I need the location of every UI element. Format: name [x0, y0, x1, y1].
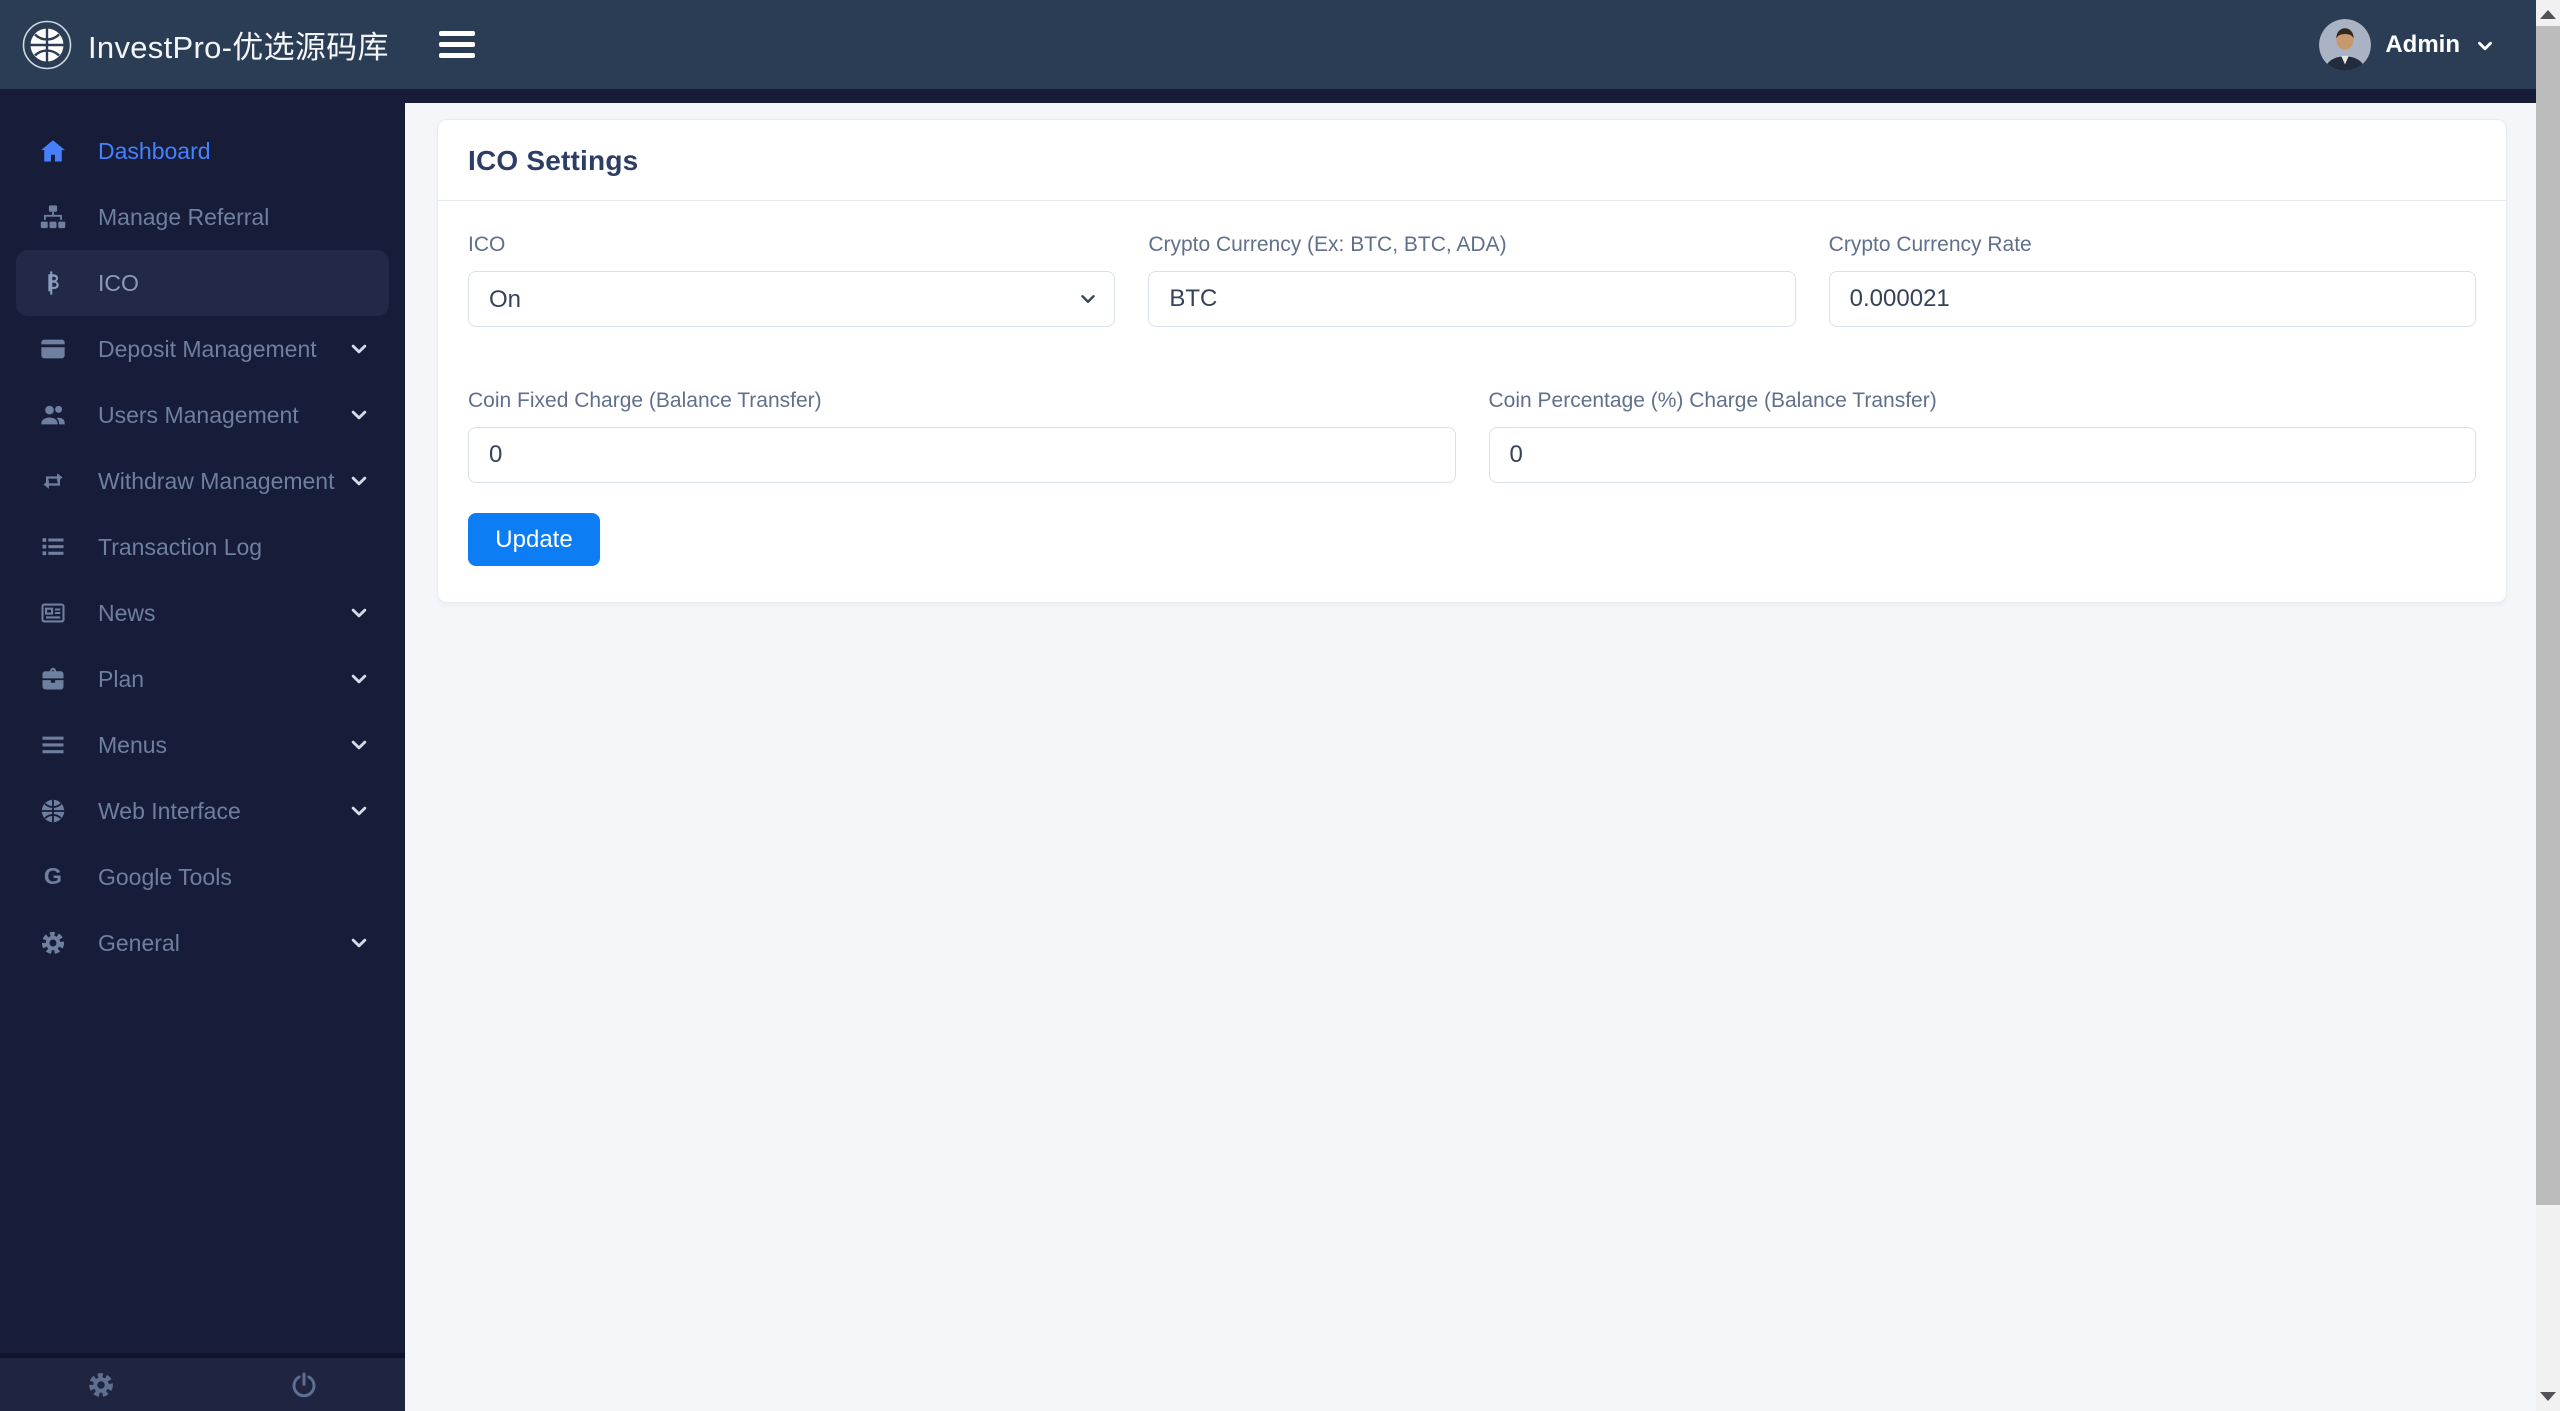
power-icon[interactable] — [289, 1370, 319, 1400]
chevron-down-icon — [351, 806, 367, 816]
globe-icon — [38, 796, 68, 826]
sidebar-item-label: Plan — [98, 665, 145, 692]
bars-icon — [38, 730, 68, 760]
chevron-down-icon — [351, 344, 367, 354]
exchange-arrows-icon — [38, 466, 68, 496]
sidebar-item-label: General — [98, 929, 180, 956]
sidebar: Dashboard Manage Referral ICO Deposit Ma… — [0, 103, 405, 1411]
sidebar-item-label: Web Interface — [98, 797, 241, 824]
sidebar-item-label: Withdraw Management — [98, 467, 335, 494]
sidebar-item-deposit-management[interactable]: Deposit Management — [16, 316, 389, 382]
coin-fixed-charge-label: Coin Fixed Charge (Balance Transfer) — [468, 389, 822, 412]
sidebar-item-news[interactable]: News — [16, 580, 389, 646]
home-icon — [38, 136, 68, 166]
sidebar-item-label: Dashboard — [98, 137, 211, 164]
chevron-down-icon — [351, 938, 367, 948]
sidebar-item-label: Manage Referral — [98, 203, 270, 230]
briefcase-icon — [38, 664, 68, 694]
scroll-down-arrow-icon[interactable] — [2540, 1392, 2556, 1401]
users-icon — [38, 400, 68, 430]
hamburger-menu-icon[interactable] — [439, 25, 475, 64]
sidebar-item-label: Transaction Log — [98, 533, 263, 560]
sidebar-item-menus[interactable]: Menus — [16, 712, 389, 778]
sidebar-item-plan[interactable]: Plan — [16, 646, 389, 712]
ico-settings-card: ICO Settings ICO On Crypto Currency (Ex:… — [437, 119, 2507, 603]
page-title: ICO Settings — [468, 145, 639, 176]
brand-title: InvestPro-优选源码库 — [88, 30, 389, 65]
chevron-down-icon — [2478, 41, 2492, 51]
globe-logo-icon — [22, 20, 72, 69]
chevron-down-icon — [351, 674, 367, 684]
sidebar-item-ico[interactable]: ICO — [16, 250, 389, 316]
sidebar-item-transaction-log[interactable]: Transaction Log — [16, 514, 389, 580]
newspaper-icon — [38, 598, 68, 628]
field-crypto-currency: Crypto Currency (Ex: BTC, BTC, ADA) — [1148, 233, 1796, 327]
ico-label: ICO — [468, 233, 506, 256]
sidebar-footer — [0, 1353, 405, 1411]
scrollbar-thumb[interactable] — [2536, 26, 2560, 1205]
vertical-scrollbar[interactable] — [2536, 0, 2560, 1411]
sidebar-item-users-management[interactable]: Users Management — [16, 382, 389, 448]
list-icon — [38, 532, 68, 562]
sidebar-item-label: News — [98, 599, 156, 626]
sidebar-item-dashboard[interactable]: Dashboard — [16, 118, 389, 184]
card-body: ICO On Crypto Currency (Ex: BTC, BTC, AD… — [438, 201, 2506, 566]
sidebar-item-web-interface[interactable]: Web Interface — [16, 778, 389, 844]
main-content: ICO Settings ICO On Crypto Currency (Ex:… — [405, 103, 2536, 1411]
chevron-down-icon — [351, 410, 367, 420]
topbar: InvestPro-优选源码库 Admin — [0, 0, 2536, 89]
sidebar-item-general[interactable]: General — [16, 910, 389, 976]
sidebar-item-label: Menus — [98, 731, 168, 758]
sidebar-item-label: ICO — [98, 269, 139, 296]
settings-gear-icon[interactable] — [86, 1370, 116, 1400]
credit-card-icon — [38, 334, 68, 364]
sidebar-item-label: Google Tools — [98, 863, 232, 890]
crypto-rate-input[interactable] — [1828, 271, 2476, 327]
avatar[interactable] — [2319, 18, 2372, 71]
field-ico: ICO On — [468, 233, 1116, 327]
google-g-icon: G — [38, 862, 68, 892]
field-coin-percent-charge: Coin Percentage (%) Charge (Balance Tran… — [1488, 389, 2476, 483]
chevron-down-icon — [351, 476, 367, 486]
field-crypto-rate: Crypto Currency Rate — [1828, 233, 2476, 327]
sidebar-item-withdraw-management[interactable]: Withdraw Management — [16, 448, 389, 514]
crypto-currency-input[interactable] — [1148, 271, 1796, 327]
field-coin-fixed-charge: Coin Fixed Charge (Balance Transfer) — [468, 389, 1456, 483]
coin-fixed-charge-input[interactable] — [468, 427, 1456, 483]
bitcoin-icon — [38, 268, 68, 298]
update-button[interactable]: Update — [468, 513, 600, 566]
sidebar-item-google-tools[interactable]: G Google Tools — [16, 844, 389, 910]
user-name[interactable]: Admin — [2385, 31, 2460, 59]
sidebar-item-label: Deposit Management — [98, 335, 317, 362]
crypto-rate-label: Crypto Currency Rate — [1828, 233, 2032, 256]
coin-percent-charge-label: Coin Percentage (%) Charge (Balance Tran… — [1488, 389, 1937, 412]
sidebar-nav: Dashboard Manage Referral ICO Deposit Ma… — [0, 103, 405, 1353]
brand: InvestPro-优选源码库 — [0, 20, 405, 70]
sidebar-item-manage-referral[interactable]: Manage Referral — [16, 184, 389, 250]
chevron-down-icon — [351, 740, 367, 750]
coin-percent-charge-input[interactable] — [1488, 427, 2476, 483]
scroll-up-arrow-icon[interactable] — [2540, 10, 2556, 19]
svg-text:G: G — [44, 863, 62, 889]
chevron-down-icon — [351, 608, 367, 618]
user-menu[interactable]: Admin — [2319, 18, 2536, 71]
sidebar-item-label: Users Management — [98, 401, 299, 428]
crypto-currency-label: Crypto Currency (Ex: BTC, BTC, ADA) — [1148, 233, 1507, 256]
sitemap-icon — [38, 202, 68, 232]
gear-icon — [38, 928, 68, 958]
subheader-strip — [0, 89, 2536, 103]
card-header: ICO Settings — [438, 120, 2506, 201]
ico-select[interactable]: On — [468, 271, 1116, 327]
